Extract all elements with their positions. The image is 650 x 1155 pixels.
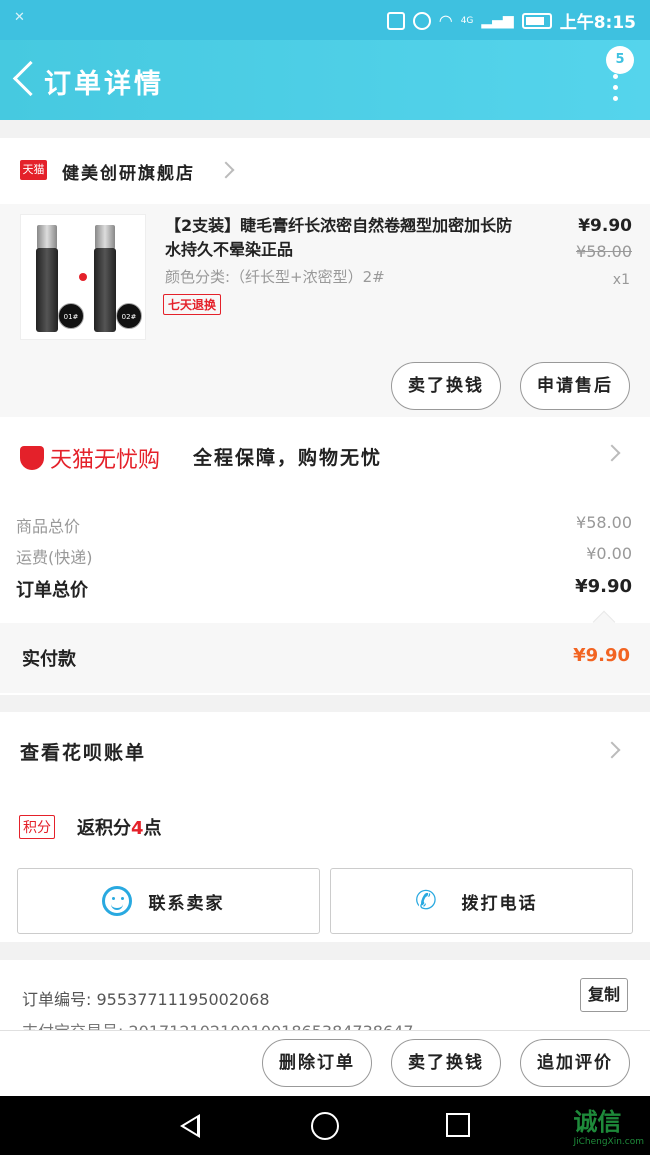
resell-bottom-button[interactable]: 卖了换钱 <box>391 1039 501 1087</box>
huabei-bill-label: 查看花呗账单 <box>20 742 147 764</box>
system-nav-bar: 诚信 JiChengXin.com <box>0 1096 650 1155</box>
order-info: 订单编号: 95537711195002068 复制 支付宝交易号: 20171… <box>0 960 650 1032</box>
tmall-logo: 天猫 <box>20 160 47 180</box>
product-sku: 颜色分类:（纤长型+浓密型）2# <box>165 268 385 286</box>
contact-seller-label: 联系卖家 <box>148 894 225 914</box>
back-icon[interactable] <box>10 58 40 98</box>
store-name: 健美创研旗舰店 <box>62 164 195 184</box>
message-badge: 5 <box>606 46 634 74</box>
mascara-wand-2 <box>95 225 115 249</box>
shield-icon <box>20 446 44 470</box>
store-row[interactable]: 天猫 健美创研旗舰店 <box>0 138 650 204</box>
call-phone-label: 拨打电话 <box>461 894 538 914</box>
shipping-value: ¥0.00 <box>586 544 632 563</box>
chat-smile-icon <box>102 886 132 916</box>
product-item[interactable]: 01# 02# 【2支装】睫毛膏纤长浓密自然卷翘型加密加长防水持久不晕染正品 颜… <box>0 204 650 417</box>
contact-seller-button[interactable]: 联系卖家 <box>17 868 320 934</box>
chevron-right-icon <box>217 161 235 179</box>
product-price: ¥9.90 <box>578 216 632 236</box>
bottom-action-bar: 删除订单 卖了换钱 追加评价 <box>0 1030 650 1096</box>
order-number: 订单编号: 95537711195002068 <box>22 990 270 1009</box>
guarantee-row[interactable]: 天猫无忧购 全程保障，购物无忧 <box>0 417 650 495</box>
signal-icon: ▂▄▆ <box>481 12 514 29</box>
mascara-tube-2 <box>94 248 116 332</box>
product-quantity: x1 <box>612 272 630 288</box>
alarm-icon <box>412 11 431 30</box>
vibrate-icon <box>386 11 405 30</box>
call-phone-button[interactable]: ✆ 拨打电话 <box>330 868 633 934</box>
status-icons: ◠ 4G ▂▄▆ 上午8:15 <box>386 8 636 33</box>
phone-icon: ✆ <box>415 886 437 916</box>
nav-recent-apps-icon[interactable] <box>446 1113 470 1137</box>
watermark-sub: JiChengXin.com <box>573 1137 644 1147</box>
more-menu-icon[interactable] <box>610 72 620 102</box>
order-total-label: 订单总价 <box>16 580 88 601</box>
points-tag: 积分 <box>19 815 55 839</box>
points-prefix: 返积分 <box>77 818 131 839</box>
paid-amount-row: 实付款 ¥9.90 <box>0 610 650 693</box>
extras-section: 查看花呗账单 积分 返积分4点 联系卖家 ✆ 拨打电话 <box>0 712 650 942</box>
points-text: 返积分4点 <box>77 814 162 840</box>
guarantee-logo-text: 天猫无忧购 <box>50 448 161 473</box>
tmall-worry-free-logo: 天猫无忧购 <box>20 442 160 474</box>
thumb-label-2: 02# <box>116 303 142 329</box>
resell-button[interactable]: 卖了换钱 <box>391 362 501 410</box>
watermark-logo: 诚信 JiChengXin.com <box>573 1102 644 1147</box>
watermark-text: 诚信 <box>573 1108 622 1136</box>
huabei-bill-row[interactable]: 查看花呗账单 <box>0 712 650 788</box>
delete-order-button[interactable]: 删除订单 <box>262 1039 372 1087</box>
plus-icon <box>79 273 87 281</box>
clock: 上午8:15 <box>559 13 636 33</box>
network-type: 4G <box>460 15 474 26</box>
chevron-right-icon <box>603 444 621 462</box>
points-suffix: 点 <box>143 818 162 839</box>
paid-label: 实付款 <box>22 649 76 670</box>
goods-total-value: ¥58.00 <box>576 513 632 532</box>
battery-icon <box>521 12 552 29</box>
guarantee-slogan: 全程保障，购物无忧 <box>193 447 383 469</box>
page-title: 订单详情 <box>44 69 164 100</box>
product-image[interactable]: 01# 02# <box>20 214 146 340</box>
status-bar: ✕ ◠ 4G ▂▄▆ 上午8:15 <box>0 0 650 40</box>
order-total-value: ¥9.90 <box>575 576 632 597</box>
product-original-price: ¥58.00 <box>576 242 632 261</box>
caret-up-icon <box>592 610 616 634</box>
mascara-tube-1 <box>36 248 58 332</box>
nav-back-icon[interactable] <box>180 1114 200 1138</box>
chevron-right-icon <box>603 741 621 759</box>
paid-value: ¥9.90 <box>573 645 630 666</box>
after-sale-button[interactable]: 申请售后 <box>520 362 630 410</box>
goods-total-label: 商品总价 <box>16 517 81 536</box>
nav-home-icon[interactable] <box>311 1112 339 1140</box>
add-review-button[interactable]: 追加评价 <box>520 1039 630 1087</box>
sim-icon: ✕ <box>14 10 25 25</box>
app-header: 订单详情 5 <box>0 40 650 120</box>
price-summary: 商品总价 ¥58.00 运费(快递) ¥0.00 订单总价 ¥9.90 实付款 … <box>0 495 650 695</box>
copy-button[interactable]: 复制 <box>580 978 628 1012</box>
points-number: 4 <box>131 818 144 839</box>
wifi-icon: ◠ <box>438 11 453 30</box>
mascara-wand-1 <box>37 225 57 249</box>
thumb-label-1: 01# <box>58 303 84 329</box>
product-title[interactable]: 【2支装】睫毛膏纤长浓密自然卷翘型加密加长防水持久不晕染正品 <box>165 214 520 262</box>
return-tag: 七天退换 <box>163 294 222 315</box>
shipping-label: 运费(快递) <box>16 548 93 567</box>
